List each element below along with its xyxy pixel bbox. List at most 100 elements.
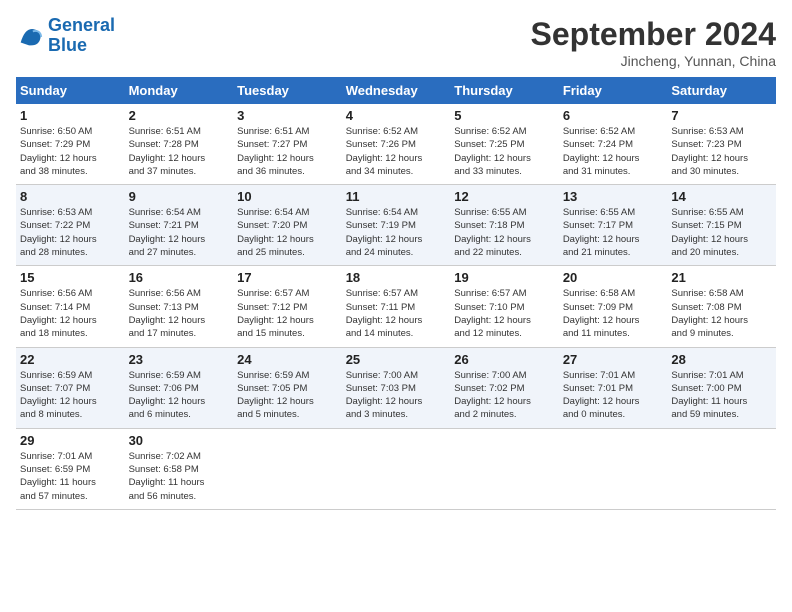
calendar-cell xyxy=(450,428,559,509)
calendar-cell: 23 Sunrise: 6:59 AM Sunset: 7:06 PM Dayli… xyxy=(125,347,234,428)
calendar-cell: 8Sunrise: 6:53 AM Sunset: 7:22 PM Daylig… xyxy=(16,185,125,266)
day-info: Sunrise: 6:56 AM Sunset: 7:13 PM Dayligh… xyxy=(129,287,230,340)
day-info: Sunrise: 6:51 AM Sunset: 7:28 PM Dayligh… xyxy=(129,125,230,178)
calendar-cell: 26 Sunrise: 7:00 AM Sunset: 7:02 PM Dayli… xyxy=(450,347,559,428)
day-info: Sunrise: 7:01 AM Sunset: 6:59 PM Dayligh… xyxy=(20,450,121,503)
day-number: 22 xyxy=(20,352,121,367)
day-info: Sunrise: 6:51 AM Sunset: 7:27 PM Dayligh… xyxy=(237,125,338,178)
col-header-saturday: Saturday xyxy=(667,77,776,104)
logo: General Blue xyxy=(16,16,115,56)
day-number: 27 xyxy=(563,352,664,367)
day-number: 12 xyxy=(454,189,555,204)
col-header-tuesday: Tuesday xyxy=(233,77,342,104)
day-number: 13 xyxy=(563,189,664,204)
day-info: Sunrise: 6:54 AM Sunset: 7:21 PM Dayligh… xyxy=(129,206,230,259)
day-info: Sunrise: 6:58 AM Sunset: 7:09 PM Dayligh… xyxy=(563,287,664,340)
week-row-4: 22 Sunrise: 6:59 AM Sunset: 7:07 PM Dayli… xyxy=(16,347,776,428)
day-info: Sunrise: 6:54 AM Sunset: 7:20 PM Dayligh… xyxy=(237,206,338,259)
calendar-cell: 14Sunrise: 6:55 AM Sunset: 7:15 PM Dayli… xyxy=(667,185,776,266)
day-number: 19 xyxy=(454,270,555,285)
day-number: 15 xyxy=(20,270,121,285)
day-info: Sunrise: 7:02 AM Sunset: 6:58 PM Dayligh… xyxy=(129,450,230,503)
week-row-1: 1 Sunrise: 6:50 AM Sunset: 7:29 PM Daylig… xyxy=(16,104,776,185)
day-number: 4 xyxy=(346,108,447,123)
calendar-cell: 22 Sunrise: 6:59 AM Sunset: 7:07 PM Dayli… xyxy=(16,347,125,428)
day-number: 18 xyxy=(346,270,447,285)
calendar-cell: 21 Sunrise: 6:58 AM Sunset: 7:08 PM Dayli… xyxy=(667,266,776,347)
day-number: 2 xyxy=(129,108,230,123)
title-area: September 2024 Jincheng, Yunnan, China xyxy=(531,16,776,69)
day-info: Sunrise: 6:56 AM Sunset: 7:14 PM Dayligh… xyxy=(20,287,121,340)
day-info: Sunrise: 6:55 AM Sunset: 7:18 PM Dayligh… xyxy=(454,206,555,259)
calendar-cell: 3 Sunrise: 6:51 AM Sunset: 7:27 PM Daylig… xyxy=(233,104,342,185)
day-number: 26 xyxy=(454,352,555,367)
col-header-wednesday: Wednesday xyxy=(342,77,451,104)
day-info: Sunrise: 6:59 AM Sunset: 7:07 PM Dayligh… xyxy=(20,369,121,422)
day-info: Sunrise: 6:58 AM Sunset: 7:08 PM Dayligh… xyxy=(671,287,772,340)
day-info: Sunrise: 6:57 AM Sunset: 7:12 PM Dayligh… xyxy=(237,287,338,340)
calendar-cell: 29 Sunrise: 7:01 AM Sunset: 6:59 PM Dayli… xyxy=(16,428,125,509)
day-info: Sunrise: 6:59 AM Sunset: 7:05 PM Dayligh… xyxy=(237,369,338,422)
day-number: 11 xyxy=(346,189,447,204)
calendar-cell: 15 Sunrise: 6:56 AM Sunset: 7:14 PM Dayli… xyxy=(16,266,125,347)
day-info: Sunrise: 7:01 AM Sunset: 7:00 PM Dayligh… xyxy=(671,369,772,422)
calendar-cell: 5 Sunrise: 6:52 AM Sunset: 7:25 PM Daylig… xyxy=(450,104,559,185)
col-header-monday: Monday xyxy=(125,77,234,104)
day-info: Sunrise: 6:52 AM Sunset: 7:25 PM Dayligh… xyxy=(454,125,555,178)
week-row-2: 8Sunrise: 6:53 AM Sunset: 7:22 PM Daylig… xyxy=(16,185,776,266)
day-info: Sunrise: 7:00 AM Sunset: 7:03 PM Dayligh… xyxy=(346,369,447,422)
calendar-cell: 10 Sunrise: 6:54 AM Sunset: 7:20 PM Dayli… xyxy=(233,185,342,266)
col-header-thursday: Thursday xyxy=(450,77,559,104)
calendar-table: SundayMondayTuesdayWednesdayThursdayFrid… xyxy=(16,77,776,510)
calendar-cell: 30 Sunrise: 7:02 AM Sunset: 6:58 PM Dayli… xyxy=(125,428,234,509)
day-number: 29 xyxy=(20,433,121,448)
day-number: 5 xyxy=(454,108,555,123)
day-info: Sunrise: 7:01 AM Sunset: 7:01 PM Dayligh… xyxy=(563,369,664,422)
calendar-cell: 9 Sunrise: 6:54 AM Sunset: 7:21 PM Daylig… xyxy=(125,185,234,266)
day-info: Sunrise: 7:00 AM Sunset: 7:02 PM Dayligh… xyxy=(454,369,555,422)
day-number: 20 xyxy=(563,270,664,285)
col-header-sunday: Sunday xyxy=(16,77,125,104)
day-number: 23 xyxy=(129,352,230,367)
calendar-cell: 1 Sunrise: 6:50 AM Sunset: 7:29 PM Daylig… xyxy=(16,104,125,185)
day-number: 21 xyxy=(671,270,772,285)
calendar-cell xyxy=(559,428,668,509)
day-info: Sunrise: 6:52 AM Sunset: 7:24 PM Dayligh… xyxy=(563,125,664,178)
month-title: September 2024 xyxy=(531,16,776,53)
calendar-cell: 7Sunrise: 6:53 AM Sunset: 7:23 PM Daylig… xyxy=(667,104,776,185)
calendar-cell: 11 Sunrise: 6:54 AM Sunset: 7:19 PM Dayli… xyxy=(342,185,451,266)
day-number: 17 xyxy=(237,270,338,285)
calendar-cell xyxy=(233,428,342,509)
calendar-cell: 13Sunrise: 6:55 AM Sunset: 7:17 PM Dayli… xyxy=(559,185,668,266)
day-number: 9 xyxy=(129,189,230,204)
day-number: 30 xyxy=(129,433,230,448)
day-info: Sunrise: 6:57 AM Sunset: 7:11 PM Dayligh… xyxy=(346,287,447,340)
day-number: 1 xyxy=(20,108,121,123)
calendar-cell: 18 Sunrise: 6:57 AM Sunset: 7:11 PM Dayli… xyxy=(342,266,451,347)
col-header-friday: Friday xyxy=(559,77,668,104)
calendar-cell: 2 Sunrise: 6:51 AM Sunset: 7:28 PM Daylig… xyxy=(125,104,234,185)
logo-text: General Blue xyxy=(48,16,115,56)
day-info: Sunrise: 6:53 AM Sunset: 7:23 PM Dayligh… xyxy=(671,125,772,178)
location: Jincheng, Yunnan, China xyxy=(531,53,776,69)
day-info: Sunrise: 6:59 AM Sunset: 7:06 PM Dayligh… xyxy=(129,369,230,422)
day-number: 6 xyxy=(563,108,664,123)
day-number: 10 xyxy=(237,189,338,204)
calendar-cell: 25Sunrise: 7:00 AM Sunset: 7:03 PM Dayli… xyxy=(342,347,451,428)
week-row-3: 15 Sunrise: 6:56 AM Sunset: 7:14 PM Dayli… xyxy=(16,266,776,347)
day-number: 16 xyxy=(129,270,230,285)
page-header: General Blue September 2024 Jincheng, Yu… xyxy=(16,16,776,69)
calendar-cell: 24 Sunrise: 6:59 AM Sunset: 7:05 PM Dayli… xyxy=(233,347,342,428)
day-info: Sunrise: 6:50 AM Sunset: 7:29 PM Dayligh… xyxy=(20,125,121,178)
day-number: 3 xyxy=(237,108,338,123)
calendar-cell: 20 Sunrise: 6:58 AM Sunset: 7:09 PM Dayli… xyxy=(559,266,668,347)
day-number: 28 xyxy=(671,352,772,367)
calendar-cell: 28 Sunrise: 7:01 AM Sunset: 7:00 PM Dayli… xyxy=(667,347,776,428)
day-number: 8 xyxy=(20,189,121,204)
day-info: Sunrise: 6:54 AM Sunset: 7:19 PM Dayligh… xyxy=(346,206,447,259)
week-row-5: 29 Sunrise: 7:01 AM Sunset: 6:59 PM Dayli… xyxy=(16,428,776,509)
calendar-cell: 6 Sunrise: 6:52 AM Sunset: 7:24 PM Daylig… xyxy=(559,104,668,185)
day-number: 24 xyxy=(237,352,338,367)
calendar-cell xyxy=(342,428,451,509)
calendar-cell xyxy=(667,428,776,509)
